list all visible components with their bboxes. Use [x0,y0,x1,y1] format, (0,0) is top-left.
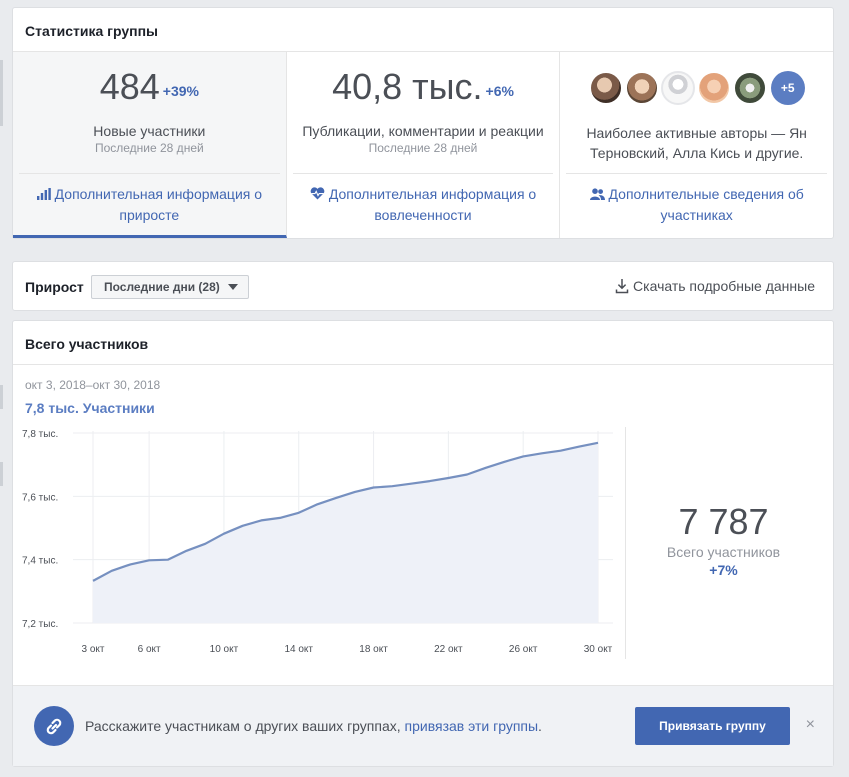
section-title: Прирост [25,279,84,295]
caret-down-icon [227,284,238,290]
members-details-link[interactable]: Дополнительные сведения об участниках [566,173,828,225]
card-title: Всего участников [13,321,833,365]
download-icon [615,278,629,297]
link-label: Дополнительная информация о приросте [54,186,263,223]
y-tick-label: 7,8 тыс. [22,429,58,440]
x-tick-label: 30 окт [584,644,613,655]
total-members-card: Всего участников окт 3, 2018–окт 30, 201… [12,320,834,767]
avatar[interactable] [732,71,767,105]
card-title: Статистика группы [13,8,833,52]
download-label: Скачать подробные данные [633,278,815,294]
left-edge-tab [0,385,3,409]
link-label: Дополнительная информация о вовлеченност… [328,186,537,223]
link-groups-link[interactable]: привязав эти группы [405,718,539,734]
growth-details-link[interactable]: Дополнительная информация о приросте [19,173,280,225]
x-tick-label: 3 окт [82,644,105,655]
total-summary: 7 787 Всего участников +7% [626,501,821,578]
x-tick-label: 10 окт [210,644,239,655]
avatar[interactable] [660,71,695,105]
series-area [93,442,598,623]
total-members-change: +7% [709,562,738,578]
heart-pulse-icon [310,185,325,205]
stat-change: +6% [485,83,514,99]
date-range-dropdown[interactable]: Последние дни (28) [91,275,249,299]
link-group-button[interactable]: Привязать группу [635,707,790,745]
group-stats-card: Статистика группы 484 +39% Новые участник… [12,7,834,239]
link-icon [34,706,74,746]
close-icon[interactable]: × [806,717,815,733]
chart-date-range: окт 3, 2018–окт 30, 2018 [25,378,161,392]
stat-value: 484 [99,66,160,107]
members-area-chart: 7,8 тыс. 7,6 тыс. 7,4 тыс. 7,2 тыс. 3 окт 6 о… [22,429,613,655]
stat-label: Новые участники [93,123,206,139]
y-tick-label: 7,2 тыс. [22,619,58,630]
active-authors-text: Наиболее активные авторы — Ян Терновский… [586,125,807,161]
avatar[interactable] [696,71,731,105]
stat-active-authors[interactable]: +5 Наиболее активные авторы — Ян Терновс… [560,52,833,238]
stat-period: Последние 28 дней [368,141,478,155]
dropdown-value: Последние дни (28) [104,280,220,294]
avatar[interactable] [624,71,659,105]
stat-label: Публикации, комментарии и реакции [302,123,544,139]
stat-value: 40,8 тыс. [332,66,483,107]
stat-period: Последние 28 дней [94,141,204,155]
total-members-value: 7 787 [678,501,769,542]
avatar-row: +5 [560,71,833,105]
stat-change: +39% [162,83,199,99]
more-authors-badge[interactable]: +5 [770,71,805,105]
left-edge-tab [0,462,3,486]
download-data-link[interactable]: Скачать подробные данные [615,278,815,297]
link-label: Дополнительные сведения об участниках [608,186,804,223]
total-members-label: Всего участников [666,544,781,560]
x-tick-label: 6 окт [138,644,161,655]
x-tick-label: 26 окт [509,644,538,655]
chart-series-label: 7,8 тыс. Участники [25,400,155,416]
growth-toolbar: Прирост Последние дни (28) Скачать подро… [12,261,834,311]
engagement-details-link[interactable]: Дополнительная информация о вовлеченност… [292,173,554,225]
banner-text: Расскажите участникам о других ваших гру… [85,718,542,734]
left-edge-tab [0,60,3,126]
x-tick-label: 22 окт [434,644,463,655]
bar-chart-icon [36,185,51,205]
y-tick-label: 7,4 тыс. [22,556,58,567]
x-tick-label: 18 окт [359,644,388,655]
x-tick-label: 14 окт [284,644,313,655]
avatar[interactable] [588,71,623,105]
y-tick-label: 7,6 тыс. [22,492,58,503]
people-icon [589,185,605,205]
link-groups-banner: Расскажите участникам о других ваших гру… [13,685,833,766]
stat-engagement[interactable]: 40,8 тыс. +6% Публикации, комментарии и р… [287,52,561,238]
stat-new-members[interactable]: 484 +39% Новые участники Последние 28 дне… [13,52,287,238]
